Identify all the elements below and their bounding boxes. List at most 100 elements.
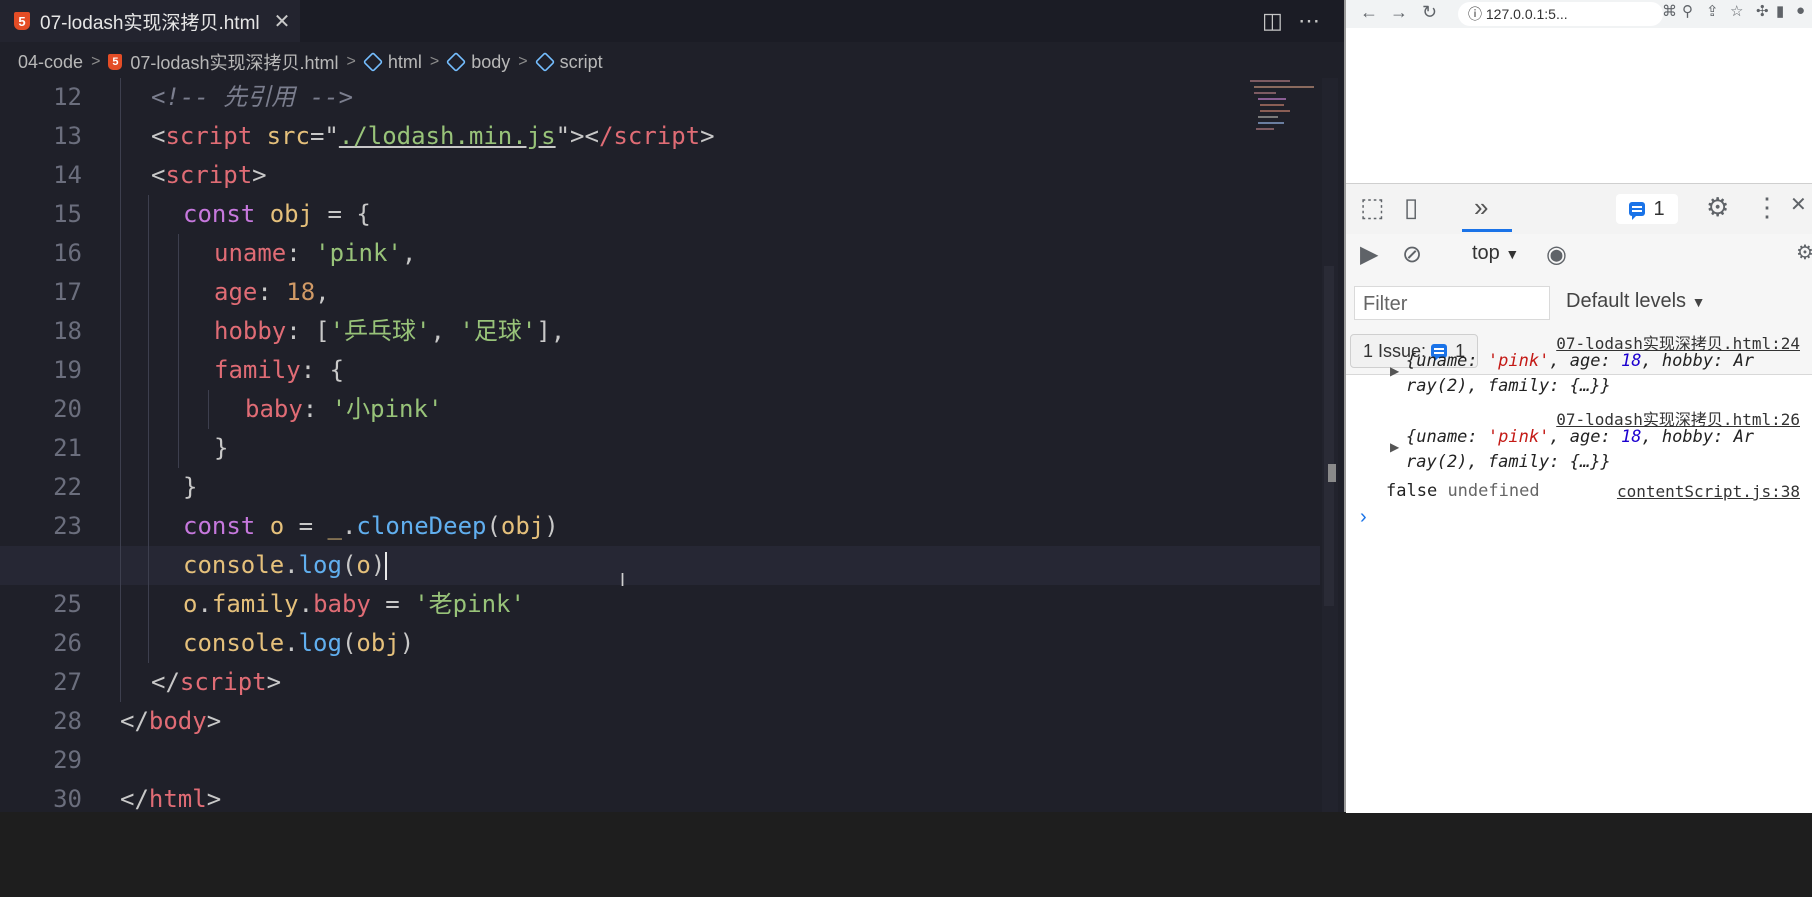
reload-icon[interactable]: ↻ — [1422, 2, 1437, 23]
log-value: false — [1386, 481, 1438, 501]
minimap-line — [1258, 98, 1286, 100]
indent-guide — [120, 507, 121, 546]
chevron-right-icon: > — [518, 53, 528, 70]
indent-guide — [178, 234, 179, 273]
code-line: family: { — [0, 351, 1320, 390]
inspect-element-icon[interactable]: ⬚ — [1360, 192, 1385, 223]
html5-icon: 5 — [14, 12, 30, 30]
code-punctuation: > — [266, 668, 282, 696]
code-function: log — [298, 629, 342, 657]
scrollbar-thumb[interactable] — [1324, 266, 1334, 606]
code-line: age: 18, — [0, 273, 1320, 312]
log-object[interactable]: {uname: 'pink', age: 18, hobby: Ar ray(2… — [1406, 349, 1806, 399]
back-icon[interactable]: ← — [1360, 2, 1378, 23]
code-punctuation: = — [284, 512, 328, 540]
breadcrumb-body[interactable]: body — [446, 52, 510, 73]
code-variable: o — [255, 512, 285, 540]
log-key: , hobby: Ar — [1641, 427, 1755, 447]
code-punctuation: </ — [120, 707, 149, 735]
editor-tab-active[interactable]: 5 07-lodash实现深拷贝.html ✕ — [0, 0, 300, 42]
code-editor[interactable]: 5 07-lodash实现深拷贝.html ✕ ◫ ⋯ 04-code > 50… — [0, 0, 1344, 813]
code-punctuation: ( — [486, 512, 501, 540]
breadcrumb-label: 04-code — [18, 51, 84, 72]
code-punctuation: > — [700, 122, 715, 150]
code-line: </html> — [0, 780, 1320, 819]
code-punctuation: </ — [120, 785, 149, 813]
share-icon[interactable]: ⇪ — [1706, 2, 1719, 20]
indent-guide — [178, 351, 179, 390]
vertical-scrollbar[interactable] — [1322, 78, 1338, 812]
code-line: o.family.baby = '老pink' — [0, 585, 1320, 624]
log-object-line: {uname: 'pink', age: 18, hobby: Ar — [1406, 425, 1806, 450]
code-punctuation: ">< — [555, 122, 599, 150]
code-tag: /script — [598, 122, 701, 150]
indent-guide — [148, 234, 149, 273]
text-cursor — [385, 552, 388, 580]
address-bar[interactable]: ⓘ 127.0.0.1:5... — [1458, 2, 1663, 26]
profile-icon[interactable]: ● — [1796, 2, 1805, 19]
side-panel-icon[interactable]: ▮ — [1776, 2, 1784, 20]
expand-triangle-icon[interactable]: ▶ — [1390, 364, 1399, 378]
translate-icon[interactable]: ⌘ — [1662, 2, 1677, 20]
code-property: family — [214, 356, 301, 384]
forward-icon[interactable]: → — [1390, 2, 1408, 23]
more-actions-icon[interactable]: ⋯ — [1298, 8, 1320, 34]
device-toggle-icon[interactable]: ▯ — [1404, 192, 1418, 223]
code-string: '乒乓球' — [329, 317, 431, 345]
log-string: 'pink' — [1487, 351, 1550, 371]
indent-guide — [148, 351, 149, 390]
log-levels-dropdown[interactable]: Default levels ▼ — [1566, 290, 1705, 313]
code-token-group: age: 18, — [214, 273, 330, 312]
sidebar-toggle-icon[interactable]: ▶ — [1360, 240, 1378, 269]
filter-input[interactable]: Filter — [1354, 286, 1550, 320]
code-keyword: const — [183, 200, 256, 228]
minimap-line — [1258, 116, 1278, 118]
code-variable: console — [183, 629, 285, 657]
live-expression-eye-icon[interactable]: ◉ — [1546, 240, 1567, 269]
indent-guide — [148, 624, 149, 663]
settings-gear-icon[interactable]: ⚙ — [1706, 192, 1729, 223]
breadcrumb-html[interactable]: html — [362, 52, 422, 73]
kebab-menu-icon[interactable]: ⋮ — [1754, 192, 1780, 223]
issues-badge[interactable]: 1 — [1616, 194, 1678, 224]
minimap[interactable] — [1248, 76, 1318, 136]
close-devtools-icon[interactable]: ✕ — [1790, 192, 1807, 217]
indent-guide — [120, 390, 121, 429]
close-icon[interactable]: ✕ — [274, 9, 291, 34]
split-editor-icon[interactable]: ◫ — [1262, 8, 1283, 34]
chevron-right-icon: > — [346, 53, 356, 70]
console-prompt-icon[interactable]: › — [1360, 506, 1367, 529]
clear-console-icon[interactable]: ⊘ — [1402, 240, 1422, 269]
code-property: hobby — [214, 317, 287, 345]
log-source-link[interactable]: contentScript.js:38 — [1617, 482, 1800, 501]
code-token-group: console.log(obj) — [183, 624, 414, 663]
indent-guide — [148, 429, 149, 468]
indent-guide — [148, 312, 149, 351]
code-token-group: family: { — [214, 351, 344, 390]
log-levels-label: Default levels — [1566, 290, 1687, 312]
code-punctuation: : — [302, 395, 332, 423]
console-settings-icon[interactable]: ⚙ — [1796, 240, 1812, 265]
extensions-icon[interactable]: ✣ — [1756, 2, 1769, 20]
code-line: <script> — [0, 156, 1320, 195]
element-icon — [534, 51, 555, 73]
bookmark-star-icon[interactable]: ☆ — [1730, 2, 1743, 20]
log-object[interactable]: {uname: 'pink', age: 18, hobby: Ar ray(2… — [1406, 425, 1806, 475]
code-variable: console — [183, 551, 285, 579]
code-variable: _ — [327, 512, 342, 540]
code-string: '足球' — [459, 317, 537, 345]
breadcrumb-file[interactable]: 5 07-lodash实现深拷贝.html — [108, 49, 338, 75]
minimap-line — [1260, 110, 1290, 112]
code-punctuation: ) — [370, 551, 386, 579]
active-tab-indicator — [1462, 229, 1512, 232]
context-selector[interactable]: top ▼ — [1472, 242, 1519, 265]
indent-guide — [120, 351, 121, 390]
code-punctuation: ], — [536, 317, 566, 345]
zoom-icon[interactable]: ⚲ — [1682, 2, 1693, 20]
more-tabs-icon[interactable]: » — [1474, 192, 1488, 223]
code-link-string[interactable]: ./lodash.min.js — [339, 122, 556, 150]
code-punctuation: , — [401, 239, 417, 267]
breadcrumb-folder[interactable]: 04-code — [18, 52, 83, 73]
expand-triangle-icon[interactable]: ▶ — [1390, 440, 1399, 454]
breadcrumb-script[interactable]: script — [534, 51, 603, 73]
